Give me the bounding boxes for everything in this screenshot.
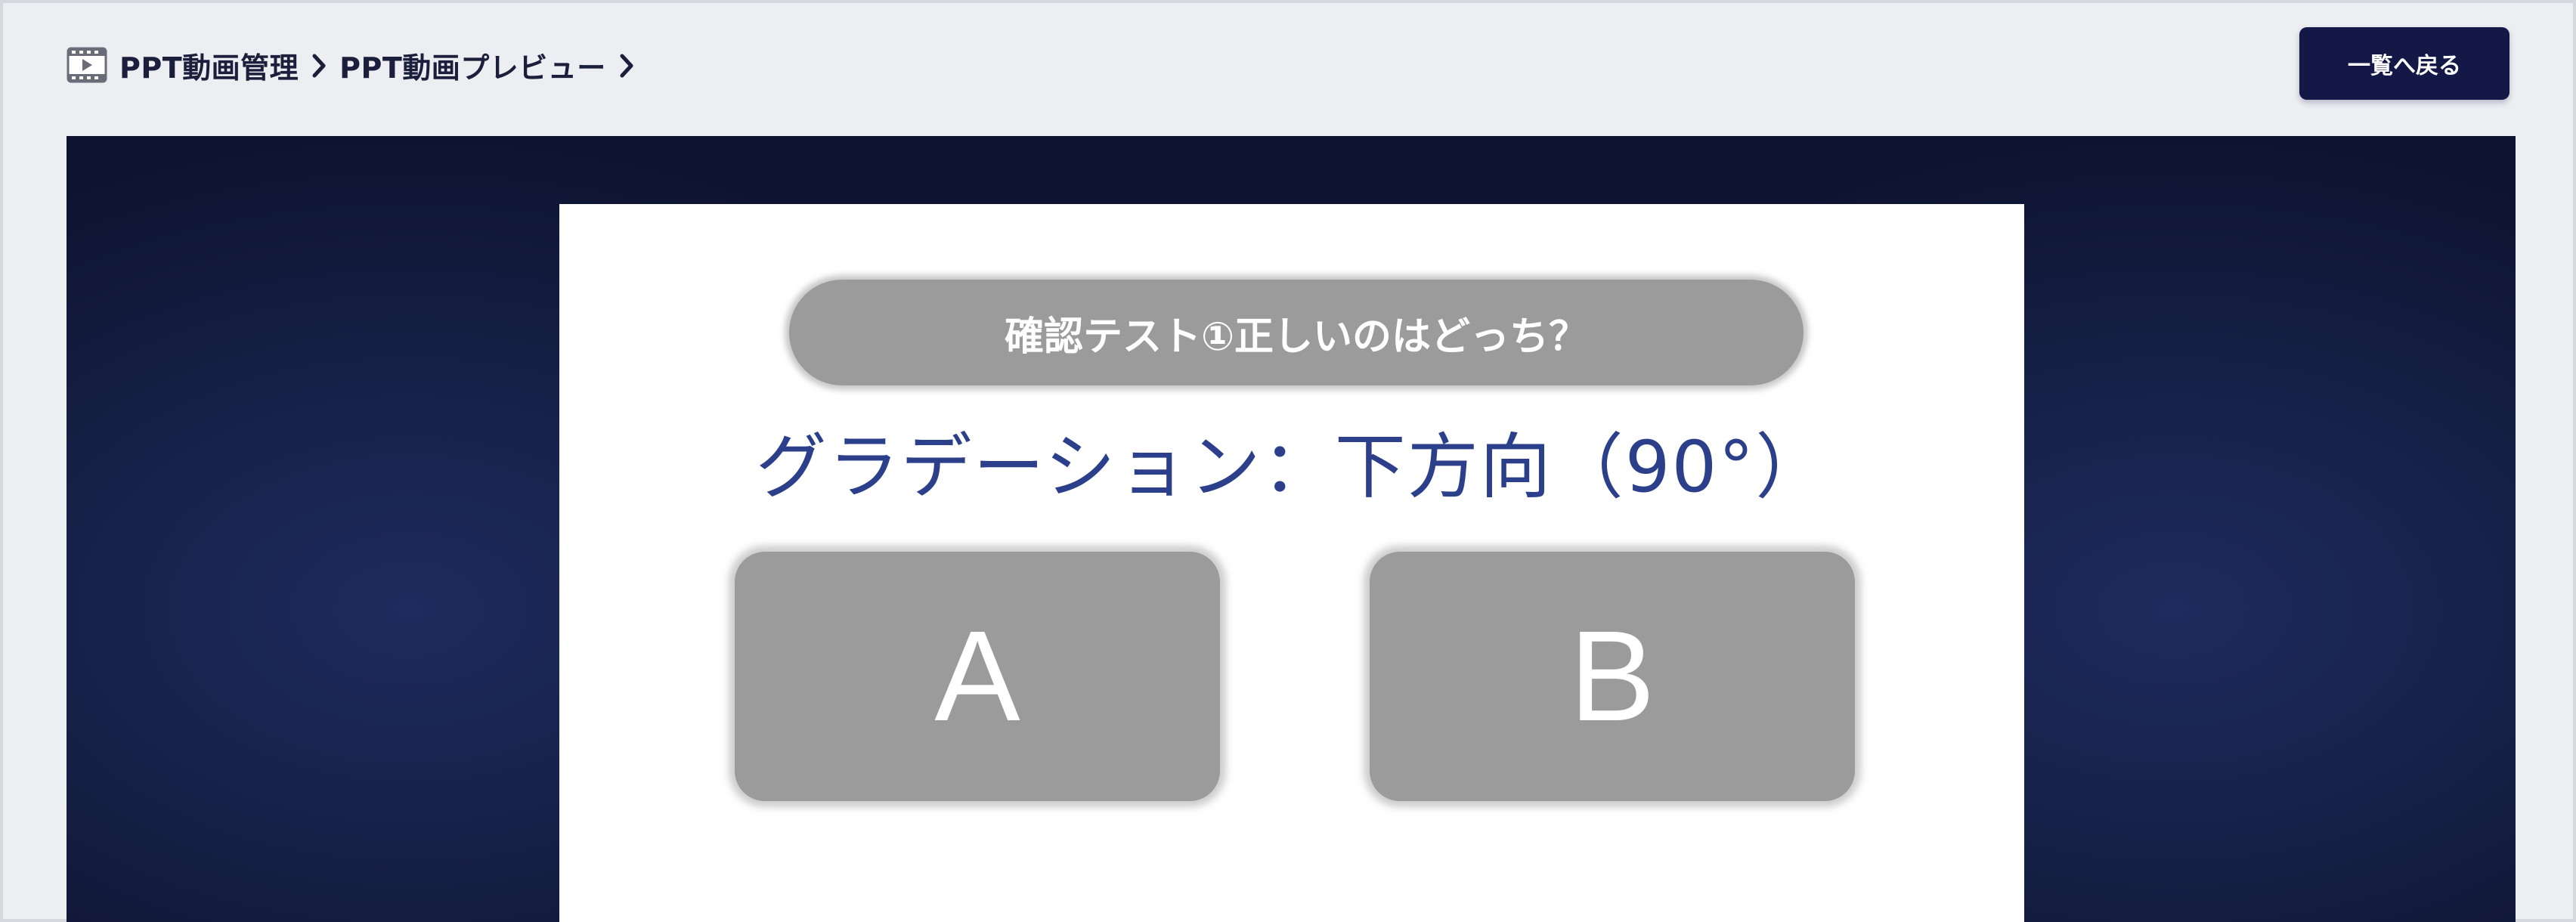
choice-b-label: B <box>1569 605 1655 748</box>
back-to-list-button[interactable]: 一覧へ戻る <box>2299 27 2509 100</box>
page-header: PPT動画管理 PPT動画プレビュー 一覧へ戻る <box>3 3 2573 131</box>
chevron-right-icon <box>311 52 327 78</box>
choice-a-label: A <box>934 605 1020 748</box>
question-text: 確認テスト①正しいのはどっち？ <box>1004 314 1589 360</box>
choice-b: B <box>1370 552 1855 801</box>
film-icon <box>67 47 107 83</box>
breadcrumb-item-ppt-video-management[interactable]: PPT動画管理 <box>119 45 299 86</box>
slide-subtitle: グラデーション：下方向（90°） <box>755 426 1828 509</box>
video-preview-stage: 確認テスト①正しいのはどっち？ グラデーション：下方向（90°） A B <box>67 136 2516 922</box>
breadcrumb-item-ppt-video-preview: PPT動画プレビュー <box>339 51 606 85</box>
question-banner: 確認テスト①正しいのはどっち？ <box>789 280 1804 385</box>
breadcrumb: PPT動画管理 PPT動画プレビュー <box>67 44 635 86</box>
slide: 確認テスト①正しいのはどっち？ グラデーション：下方向（90°） A B <box>559 204 2024 922</box>
choice-a: A <box>735 552 1220 801</box>
chevron-right-icon <box>618 52 635 78</box>
